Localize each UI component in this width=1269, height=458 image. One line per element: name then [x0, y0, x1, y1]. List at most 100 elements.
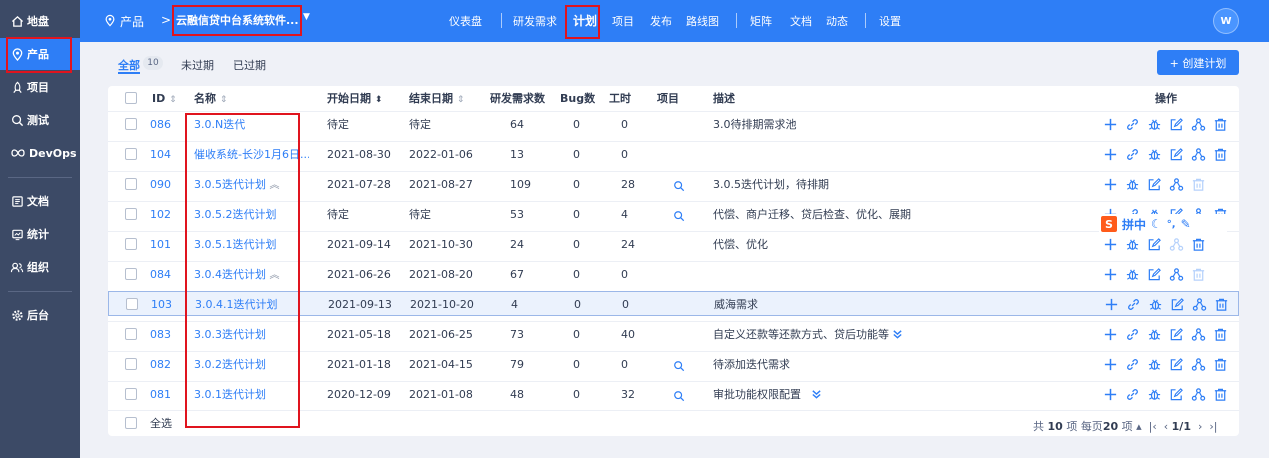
col-end-header[interactable]: 结束日期 ⇕	[409, 86, 464, 111]
col-start-header[interactable]: 开始日期 ⬍	[327, 86, 382, 111]
row-checkbox[interactable]	[125, 148, 137, 160]
split-icon[interactable]	[1189, 325, 1207, 343]
delete-icon[interactable]	[1211, 385, 1229, 403]
sidebar-item-project[interactable]: 项目	[0, 71, 80, 103]
first-page-icon[interactable]: |‹	[1145, 420, 1160, 433]
link-bugs-icon[interactable]	[1145, 325, 1163, 343]
table-row[interactable]: 084 3.0.4迭代计划 ︽ 2021-06-26 2021-08-20 67 0 0	[108, 261, 1239, 286]
row-checkbox[interactable]	[125, 118, 137, 130]
col-stories-header[interactable]: 研发需求数	[490, 86, 545, 111]
edit-icon[interactable]	[1167, 115, 1185, 133]
split-icon[interactable]	[1189, 145, 1207, 163]
col-name-header[interactable]: 名称 ⇕	[194, 86, 227, 111]
row-name-link[interactable]: 3.0.3迭代计划	[194, 328, 266, 341]
prev-page-icon[interactable]: ‹	[1164, 420, 1168, 433]
row-name-link[interactable]: 3.0.N迭代	[194, 118, 245, 131]
split-icon[interactable]	[1189, 355, 1207, 373]
create-child-plan-icon[interactable]	[1101, 145, 1119, 163]
link-stories-icon[interactable]	[1123, 355, 1141, 373]
link-bugs-icon[interactable]	[1123, 235, 1141, 253]
row-id[interactable]: 104	[150, 142, 171, 167]
select-all-checkbox-header[interactable]	[125, 92, 137, 104]
split-icon[interactable]	[1190, 295, 1208, 313]
table-row[interactable]: 082 3.0.2迭代计划 2021-01-18 2021-04-15 79 0 0 待添加迭…	[108, 351, 1239, 376]
link-stories-icon[interactable]	[1123, 325, 1141, 343]
ime-toolbar[interactable]: S 拼中 ☾ °, ✎	[1099, 214, 1227, 234]
product-switcher[interactable]: 云融信贷中台系统软件...	[173, 8, 299, 30]
nav-dashboard[interactable]: 仪表盘	[449, 13, 482, 29]
link-bugs-icon[interactable]	[1145, 115, 1163, 133]
delete-icon[interactable]	[1189, 235, 1207, 253]
edit-icon[interactable]	[1145, 175, 1163, 193]
edit-icon[interactable]	[1167, 145, 1185, 163]
table-row[interactable]: 103 3.0.4.1迭代计划 2021-09-13 2021-10-20 4 0 0 威海需…	[108, 291, 1239, 316]
link-bugs-icon[interactable]	[1145, 145, 1163, 163]
sidebar-item-stats[interactable]: 统计	[0, 218, 80, 250]
table-row[interactable]: 086 3.0.N迭代 待定 待定 64 0 0 3.0待排期需求池	[108, 111, 1239, 136]
row-id[interactable]: 086	[150, 112, 171, 137]
table-row[interactable]: 102 3.0.5.2迭代计划 待定 待定 53 0 4 代偿、商户迁移、贷后检查、优化、展期	[108, 201, 1239, 226]
col-id-header[interactable]: ID ⇕	[152, 86, 177, 111]
sidebar-item-org[interactable]: 组织	[0, 251, 80, 283]
create-child-plan-icon[interactable]	[1101, 265, 1119, 283]
expand-desc-icon[interactable]	[811, 389, 822, 400]
edit-icon[interactable]	[1167, 385, 1185, 403]
row-checkbox[interactable]	[125, 178, 137, 190]
select-all-checkbox[interactable]	[125, 417, 137, 429]
create-child-plan-icon[interactable]	[1101, 175, 1119, 193]
delete-icon[interactable]	[1211, 355, 1229, 373]
edit-icon[interactable]	[1145, 235, 1163, 253]
nav-roadmap[interactable]: 路线图	[686, 13, 719, 29]
nav-plan[interactable]: 计划	[573, 12, 597, 29]
table-row[interactable]: 104 催收系统-长沙1月6日... 2021-08-30 2022-01-06 13 0…	[108, 141, 1239, 166]
row-name-link[interactable]: 3.0.5迭代计划	[194, 178, 266, 191]
delete-icon[interactable]	[1189, 175, 1207, 193]
row-name-link[interactable]: 3.0.2迭代计划	[194, 358, 266, 371]
row-checkbox[interactable]	[125, 328, 137, 340]
edit-icon[interactable]	[1168, 295, 1186, 313]
row-checkbox[interactable]	[125, 208, 137, 220]
link-stories-icon[interactable]	[1123, 145, 1141, 163]
link-bugs-icon[interactable]	[1145, 385, 1163, 403]
row-name-link[interactable]: 3.0.5.1迭代计划	[194, 238, 276, 251]
delete-icon[interactable]	[1211, 145, 1229, 163]
row-checkbox[interactable]	[125, 268, 137, 280]
ime-moon-icon[interactable]: ☾	[1151, 217, 1162, 231]
project-search-icon[interactable]	[673, 173, 685, 198]
delete-icon[interactable]	[1211, 325, 1229, 343]
row-checkbox[interactable]	[125, 388, 137, 400]
link-stories-icon[interactable]	[1124, 295, 1142, 313]
row-name-link[interactable]: 3.0.4迭代计划	[194, 268, 266, 281]
expand-desc-icon[interactable]	[892, 329, 903, 340]
link-stories-icon[interactable]	[1123, 115, 1141, 133]
filter-unexpired[interactable]: 未过期	[181, 57, 214, 73]
collapse-icon[interactable]: ︽	[270, 270, 280, 281]
nav-matrix[interactable]: 矩阵	[750, 13, 772, 29]
nav-stories[interactable]: 研发需求	[513, 13, 557, 29]
row-id[interactable]: 082	[150, 352, 171, 377]
col-hours-header[interactable]: 工时	[609, 86, 631, 111]
split-icon[interactable]	[1167, 235, 1185, 253]
create-child-plan-icon[interactable]	[1101, 325, 1119, 343]
create-child-plan-icon[interactable]	[1101, 115, 1119, 133]
next-page-icon[interactable]: ›	[1194, 420, 1205, 433]
delete-icon[interactable]	[1211, 115, 1229, 133]
sidebar-item-product[interactable]: 产品	[0, 38, 80, 70]
table-row[interactable]: 083 3.0.3迭代计划 2021-05-18 2021-06-25 73 0 40 自定义…	[108, 321, 1239, 346]
link-bugs-icon[interactable]	[1146, 295, 1164, 313]
link-bugs-icon[interactable]	[1123, 265, 1141, 283]
sidebar-item-doc[interactable]: 文档	[0, 185, 80, 217]
edit-icon[interactable]	[1145, 265, 1163, 283]
row-checkbox[interactable]	[125, 238, 137, 250]
nav-dynamic[interactable]: 动态	[826, 13, 848, 29]
select-all-label[interactable]: 全选	[150, 411, 172, 436]
sidebar-item-test[interactable]: 测试	[0, 104, 80, 136]
sidebar-item-home[interactable]: 地盘	[0, 5, 80, 37]
nav-release[interactable]: 发布	[650, 13, 672, 29]
project-search-icon[interactable]	[673, 203, 685, 228]
project-search-icon[interactable]	[673, 383, 685, 408]
sidebar-item-devops[interactable]: DevOps	[0, 137, 80, 169]
nav-project[interactable]: 项目	[612, 13, 634, 29]
split-icon[interactable]	[1167, 175, 1185, 193]
avatar[interactable]: W	[1213, 8, 1239, 34]
